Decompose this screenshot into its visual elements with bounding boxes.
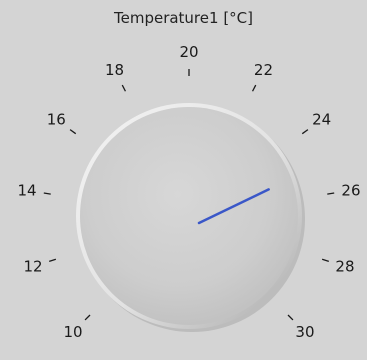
scale-label-12: 12 (23, 258, 42, 276)
scale-tick-30 (287, 314, 294, 321)
scale-label-30: 30 (295, 323, 314, 341)
scale-label-14: 14 (17, 181, 36, 199)
knob-dial: 10 12 14 16 18 20 22 24 26 28 30 (17, 43, 360, 341)
scale-label-16: 16 (47, 111, 66, 129)
scale-tick-12 (48, 258, 57, 263)
scale-label-24: 24 (312, 111, 331, 129)
scale-label-20: 20 (179, 43, 198, 61)
scale-label-28: 28 (335, 258, 354, 276)
scale-tick-28 (321, 258, 330, 263)
scale-tick-26 (327, 192, 335, 195)
scale-label-18: 18 (105, 61, 124, 79)
scale-tick-18 (121, 84, 127, 92)
scale-label-10: 10 (63, 323, 82, 341)
scale-tick-14 (43, 192, 51, 195)
scale-tick-22 (251, 84, 257, 92)
scale-tick-16 (69, 129, 77, 135)
knob-face[interactable] (80, 107, 298, 325)
scale-label-22: 22 (254, 61, 273, 79)
scale-label-26: 26 (341, 181, 360, 199)
scale-tick-10 (84, 314, 91, 321)
temperature-knob-panel: Temperature1 [°C] 10 12 14 16 18 20 22 24 26 28 30 (0, 0, 367, 360)
scale-tick-24 (301, 129, 309, 135)
